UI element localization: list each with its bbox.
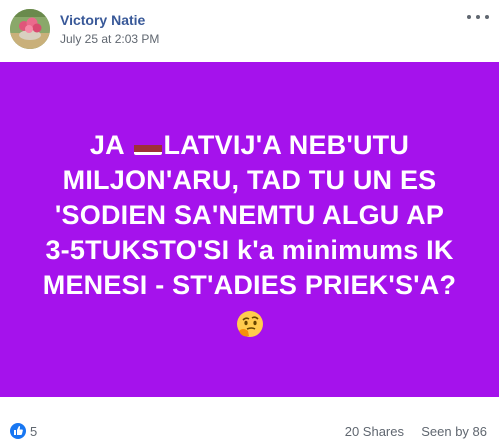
post-text-segment: LATVIJ'A NEB'UTU: [163, 130, 410, 160]
post-text-segment: JA: [89, 130, 132, 160]
post-text-line-2: MILJON'ARU, TAD TU UN ES: [62, 165, 437, 195]
dot-icon: [467, 15, 471, 19]
post-text-line-1: JA LATVIJ'A NEB'UTU: [16, 128, 483, 163]
post-text-line-5: MENESI - ST'ADIES PRIEK'S'A?: [42, 270, 457, 300]
author-avatar[interactable]: [10, 9, 50, 49]
post-background-card: JA LATVIJ'A NEB'UTU MILJON'ARU, TAD TU U…: [0, 62, 499, 397]
latvia-flag-icon: [133, 137, 162, 155]
post-text-line-4: 3-5TUKSTO'SI k'a minimums IK: [45, 235, 454, 265]
thinking-face-icon: [235, 309, 265, 348]
more-options-button[interactable]: [467, 8, 489, 26]
author-name[interactable]: Victory Natie: [60, 12, 145, 28]
post-header: Victory Natie July 25 at 2:03 PM: [0, 0, 499, 62]
like-count[interactable]: 5: [30, 424, 37, 439]
post-timestamp[interactable]: July 25 at 2:03 PM: [60, 32, 159, 46]
flower-photo-avatar-icon: [10, 9, 50, 49]
post-text-line-3: 'SODIEN SA'NEMTU ALGU AP: [54, 200, 445, 230]
dot-icon: [476, 15, 480, 19]
seen-by-count[interactable]: Seen by 86: [421, 424, 487, 439]
post-footer: 5 20 Shares Seen by 86: [0, 410, 499, 447]
post-text: JA LATVIJ'A NEB'UTU MILJON'ARU, TAD TU U…: [16, 128, 483, 348]
shares-count[interactable]: 20 Shares: [345, 424, 404, 439]
like-reaction-icon[interactable]: [10, 423, 26, 439]
dot-icon: [485, 15, 489, 19]
